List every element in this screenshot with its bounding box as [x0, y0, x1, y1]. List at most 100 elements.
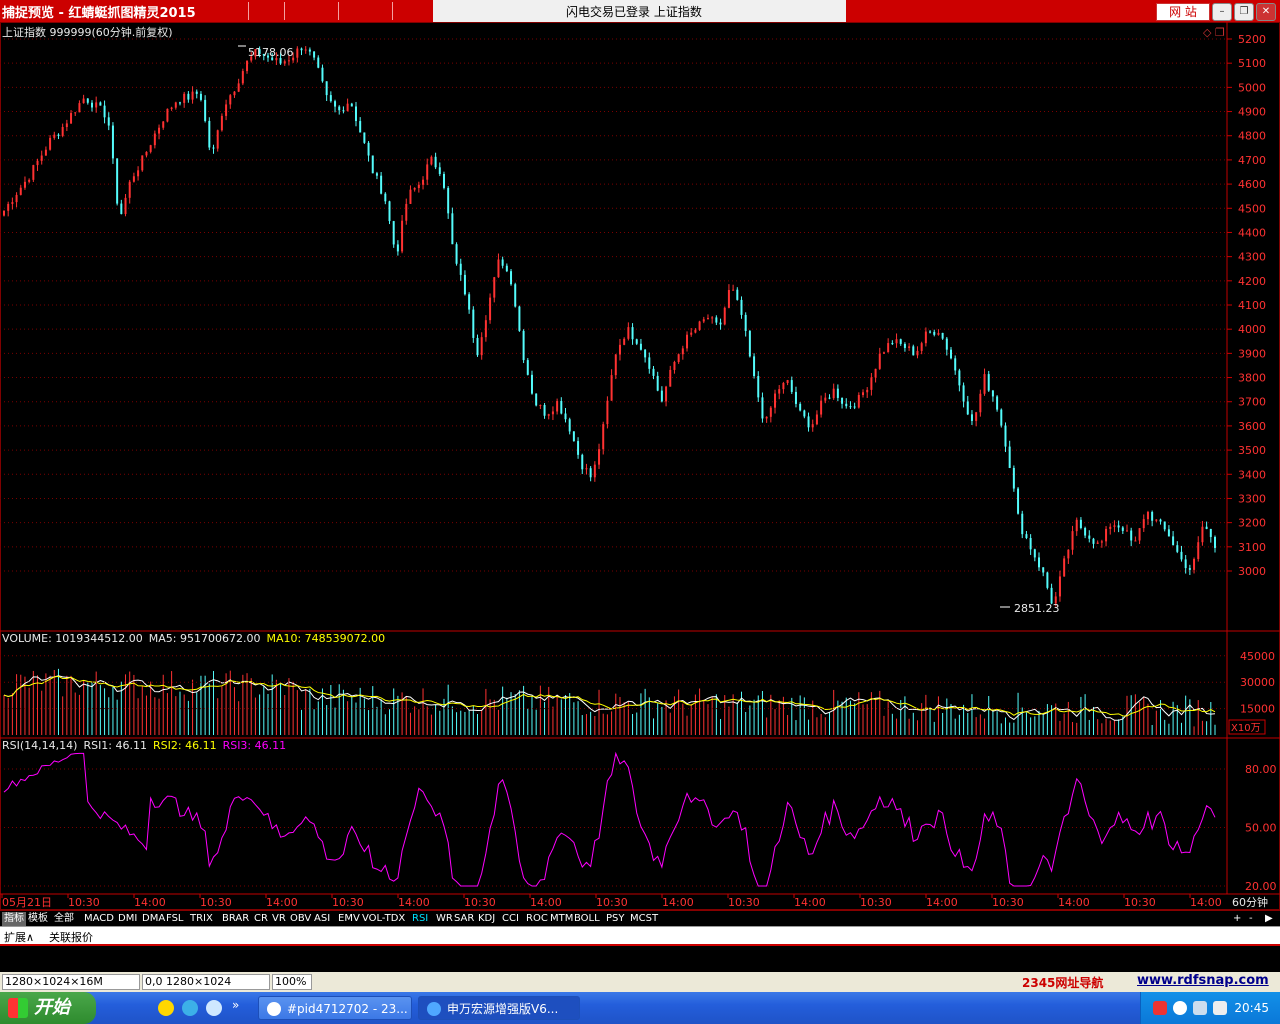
sogou-icon[interactable] — [1153, 1001, 1167, 1015]
candle-body — [765, 416, 768, 419]
candle-body — [761, 397, 764, 419]
tab-trix[interactable]: TRIX — [190, 912, 213, 926]
tab-emv[interactable]: EMV — [338, 912, 360, 926]
candle-body — [1155, 519, 1158, 521]
candle-body — [757, 376, 760, 398]
candle-body — [669, 369, 672, 387]
tab-roc[interactable]: ROC — [526, 912, 548, 926]
minimize-button[interactable]: – — [1212, 3, 1232, 21]
tab-rsi[interactable]: RSI — [412, 912, 428, 926]
tab-dmi[interactable]: DMI — [118, 912, 137, 926]
candle-body — [384, 193, 387, 202]
status-caption: 闪电交易已登录 上证指数 — [566, 5, 702, 19]
rsi-tick-label: 50.00 — [1245, 822, 1277, 835]
candle-body — [1008, 446, 1011, 469]
rsi-grid — [0, 768, 1227, 887]
tab-extension[interactable]: 扩展∧ — [4, 929, 34, 945]
tab-related-quotes[interactable]: 关联报价 — [49, 929, 93, 945]
candle-body — [313, 51, 316, 58]
candle-body — [451, 213, 454, 245]
tab-指标[interactable]: 指标 — [2, 912, 26, 926]
y-tick-label: 5200 — [1238, 33, 1266, 46]
tab-fsl[interactable]: FSL — [166, 912, 184, 926]
candle-body — [153, 133, 156, 146]
tab-sar[interactable]: SAR — [454, 912, 474, 926]
candle-body — [593, 464, 596, 478]
quicklaunch-icon[interactable] — [158, 1000, 174, 1016]
diamond-icon[interactable]: ◇ — [1203, 26, 1212, 39]
candle-body — [870, 377, 873, 390]
candle-body — [90, 102, 93, 108]
candle-body — [434, 156, 437, 168]
candle-body — [82, 98, 85, 104]
volume-icon[interactable] — [1213, 1001, 1227, 1015]
website-link[interactable]: www.rdfsnap.com — [1137, 973, 1269, 988]
tab-boll[interactable]: BOLL — [574, 912, 600, 926]
stock-chart[interactable]: 5200 5100 5000 4900 4800 4700 4600 4500 4400 4300… — [0, 22, 1280, 910]
tab-wr[interactable]: WR — [436, 912, 453, 926]
tab-vol-tdx[interactable]: VOL-TDX — [362, 912, 405, 926]
nav-link[interactable]: 2345网址导航 — [1022, 974, 1103, 991]
tab-mcst[interactable]: MCST — [630, 912, 658, 926]
tab-scroll-right-icon[interactable]: ▶ — [1265, 912, 1273, 926]
candle-body — [606, 400, 609, 425]
tab-brar[interactable]: BRAR — [222, 912, 249, 926]
candle-body — [727, 290, 730, 308]
y-tick-label: 5100 — [1238, 57, 1266, 70]
tab-mtm[interactable]: MTM — [550, 912, 573, 926]
period-label[interactable]: 60分钟 — [1232, 895, 1268, 909]
candle-body — [572, 431, 575, 442]
close-button[interactable]: ✕ — [1256, 3, 1276, 21]
tab-psy[interactable]: PSY — [606, 912, 625, 926]
candle-body — [631, 327, 634, 340]
chart-area[interactable]: 5200 5100 5000 4900 4800 4700 4600 4500 4400 4300… — [0, 22, 1280, 910]
candle-body — [1029, 538, 1032, 550]
tab-dma[interactable]: DMA — [142, 912, 165, 926]
candle-body — [958, 370, 961, 386]
tab-minus-button[interactable]: - — [1249, 912, 1253, 926]
time-label: 14:00 — [662, 896, 694, 909]
tab-模板[interactable]: 模板 — [28, 912, 48, 926]
browser-icon[interactable] — [182, 1000, 198, 1016]
candle-body — [1067, 549, 1070, 559]
ie-icon[interactable] — [206, 1000, 222, 1016]
candle-body — [908, 346, 911, 348]
candle-body — [149, 145, 152, 152]
restore-button[interactable]: ❐ — [1234, 3, 1254, 21]
candle-body — [484, 320, 487, 338]
tab-vr[interactable]: VR — [272, 912, 286, 926]
candle-body — [966, 401, 969, 415]
network-icon[interactable] — [1193, 1001, 1207, 1015]
candle-body — [1088, 535, 1091, 539]
window-icon[interactable]: ❐ — [1215, 26, 1225, 39]
candle-body — [1058, 576, 1061, 597]
candle-body — [308, 49, 311, 52]
task-button[interactable]: #pid4712702 - 23... — [258, 996, 412, 1020]
candle-body — [401, 220, 404, 252]
tab-plus-button[interactable]: + — [1233, 912, 1241, 926]
tab-全部[interactable]: 全部 — [54, 912, 74, 926]
task-button-active[interactable]: 申万宏源增强版V6... — [418, 996, 580, 1020]
tab-asi[interactable]: ASI — [314, 912, 330, 926]
start-button[interactable]: 开始 — [0, 992, 96, 1024]
more-icon[interactable]: » — [232, 998, 239, 1012]
tab-cci[interactable]: CCI — [502, 912, 519, 926]
web-button[interactable]: 网 站 — [1156, 3, 1210, 21]
candle-body — [459, 263, 462, 275]
candle-body — [426, 164, 429, 180]
extension-panel — [0, 944, 1280, 974]
candle-body — [40, 155, 43, 161]
tab-obv[interactable]: OBV — [290, 912, 311, 926]
candle-body — [36, 160, 39, 166]
candle-body — [815, 414, 818, 425]
candle-body — [991, 390, 994, 397]
chevron-left-icon[interactable] — [1173, 1001, 1187, 1015]
candle-body — [1100, 541, 1103, 543]
tab-cr[interactable]: CR — [254, 912, 268, 926]
tab-macd[interactable]: MACD — [84, 912, 114, 926]
candle-body — [979, 393, 982, 413]
candle-body — [49, 137, 52, 150]
tab-kdj[interactable]: KDJ — [478, 912, 495, 926]
candle-body — [442, 174, 445, 188]
y-tick-label: 4500 — [1238, 202, 1266, 215]
